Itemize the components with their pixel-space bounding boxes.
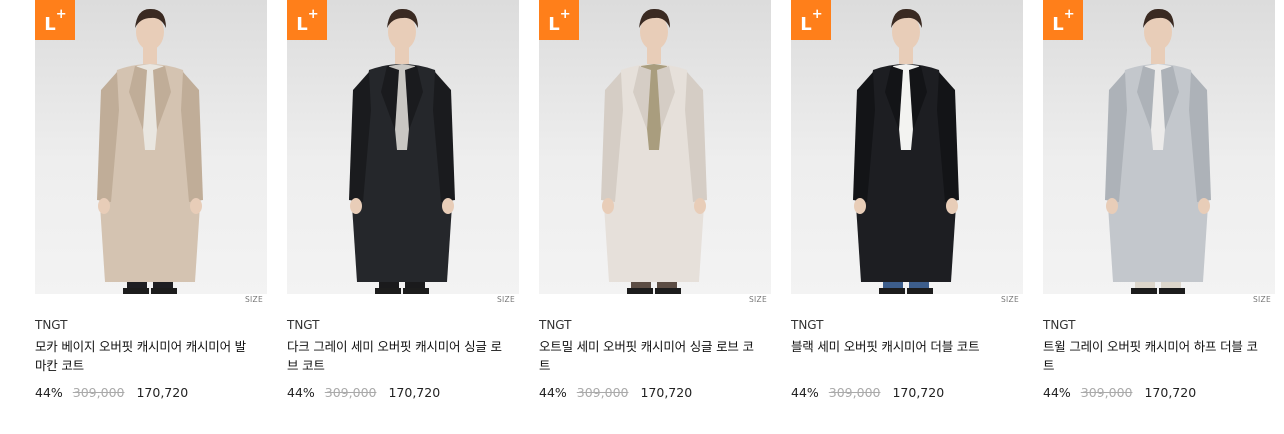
sale-price: 170,720 bbox=[892, 385, 945, 400]
original-price: 309,000 bbox=[576, 385, 629, 400]
brand-name[interactable]: TNGT bbox=[35, 318, 68, 332]
size-link[interactable]: SIZE bbox=[497, 295, 515, 304]
original-price: 309,000 bbox=[1080, 385, 1133, 400]
product-title[interactable]: 모카 베이지 오버핏 캐시미어 캐시미어 발마칸 코트 bbox=[35, 337, 250, 375]
discount-rate: 44% bbox=[791, 385, 819, 400]
product-card[interactable]: L+ SIZE TNGT 트윌 그레이 오버핏 캐시미어 하프 더블 코트 44… bbox=[1043, 0, 1275, 434]
size-link[interactable]: SIZE bbox=[749, 295, 767, 304]
product-card[interactable]: L+ SIZE TNGT 오트밀 세미 오버핏 캐시미어 싱글 로브 코트 44… bbox=[539, 0, 771, 434]
product-image[interactable]: L+ bbox=[539, 0, 771, 294]
product-title[interactable]: 오트밀 세미 오버핏 캐시미어 싱글 로브 코트 bbox=[539, 337, 754, 375]
brand-name[interactable]: TNGT bbox=[287, 318, 320, 332]
product-image[interactable]: L+ bbox=[1043, 0, 1275, 294]
brand-name[interactable]: TNGT bbox=[791, 318, 824, 332]
lplus-badge: L+ bbox=[539, 0, 579, 40]
price-row: 44% 309,000 170,720 bbox=[1043, 385, 1196, 400]
lplus-badge: L+ bbox=[287, 0, 327, 40]
price-row: 44% 309,000 170,720 bbox=[539, 385, 692, 400]
sale-price: 170,720 bbox=[640, 385, 693, 400]
discount-rate: 44% bbox=[287, 385, 315, 400]
discount-rate: 44% bbox=[35, 385, 63, 400]
sale-price: 170,720 bbox=[388, 385, 441, 400]
original-price: 309,000 bbox=[828, 385, 881, 400]
product-image[interactable]: L+ bbox=[287, 0, 519, 294]
product-grid: L+ SIZE TNGT 모카 베이지 오버핏 캐시미어 캐시미어 발마칸 코트… bbox=[0, 0, 1284, 434]
model-photo bbox=[349, 8, 455, 294]
size-link[interactable]: SIZE bbox=[1253, 295, 1271, 304]
product-image[interactable]: L+ bbox=[35, 0, 267, 294]
product-title[interactable]: 다크 그레이 세미 오버핏 캐시미어 싱글 로브 코트 bbox=[287, 337, 502, 375]
original-price: 309,000 bbox=[324, 385, 377, 400]
lplus-badge: L+ bbox=[791, 0, 831, 40]
product-title[interactable]: 블랙 세미 오버핏 캐시미어 더블 코트 bbox=[791, 337, 1006, 356]
model-photo bbox=[853, 8, 959, 294]
price-row: 44% 309,000 170,720 bbox=[791, 385, 944, 400]
price-row: 44% 309,000 170,720 bbox=[287, 385, 440, 400]
original-price: 309,000 bbox=[72, 385, 125, 400]
model-photo bbox=[1105, 8, 1211, 294]
product-card[interactable]: L+ SIZE TNGT 다크 그레이 세미 오버핏 캐시미어 싱글 로브 코트… bbox=[287, 0, 519, 434]
discount-rate: 44% bbox=[1043, 385, 1071, 400]
lplus-badge: L+ bbox=[35, 0, 75, 40]
lplus-badge: L+ bbox=[1043, 0, 1083, 40]
sale-price: 170,720 bbox=[1144, 385, 1197, 400]
size-link[interactable]: SIZE bbox=[245, 295, 263, 304]
model-photo bbox=[601, 8, 707, 294]
brand-name[interactable]: TNGT bbox=[539, 318, 572, 332]
product-card[interactable]: L+ SIZE TNGT 모카 베이지 오버핏 캐시미어 캐시미어 발마칸 코트… bbox=[35, 0, 267, 434]
product-card[interactable]: L+ SIZE TNGT 블랙 세미 오버핏 캐시미어 더블 코트 44% 30… bbox=[791, 0, 1023, 434]
price-row: 44% 309,000 170,720 bbox=[35, 385, 188, 400]
product-image[interactable]: L+ bbox=[791, 0, 1023, 294]
model-photo bbox=[97, 8, 203, 294]
product-title[interactable]: 트윌 그레이 오버핏 캐시미어 하프 더블 코트 bbox=[1043, 337, 1258, 375]
discount-rate: 44% bbox=[539, 385, 567, 400]
brand-name[interactable]: TNGT bbox=[1043, 318, 1076, 332]
size-link[interactable]: SIZE bbox=[1001, 295, 1019, 304]
sale-price: 170,720 bbox=[136, 385, 189, 400]
